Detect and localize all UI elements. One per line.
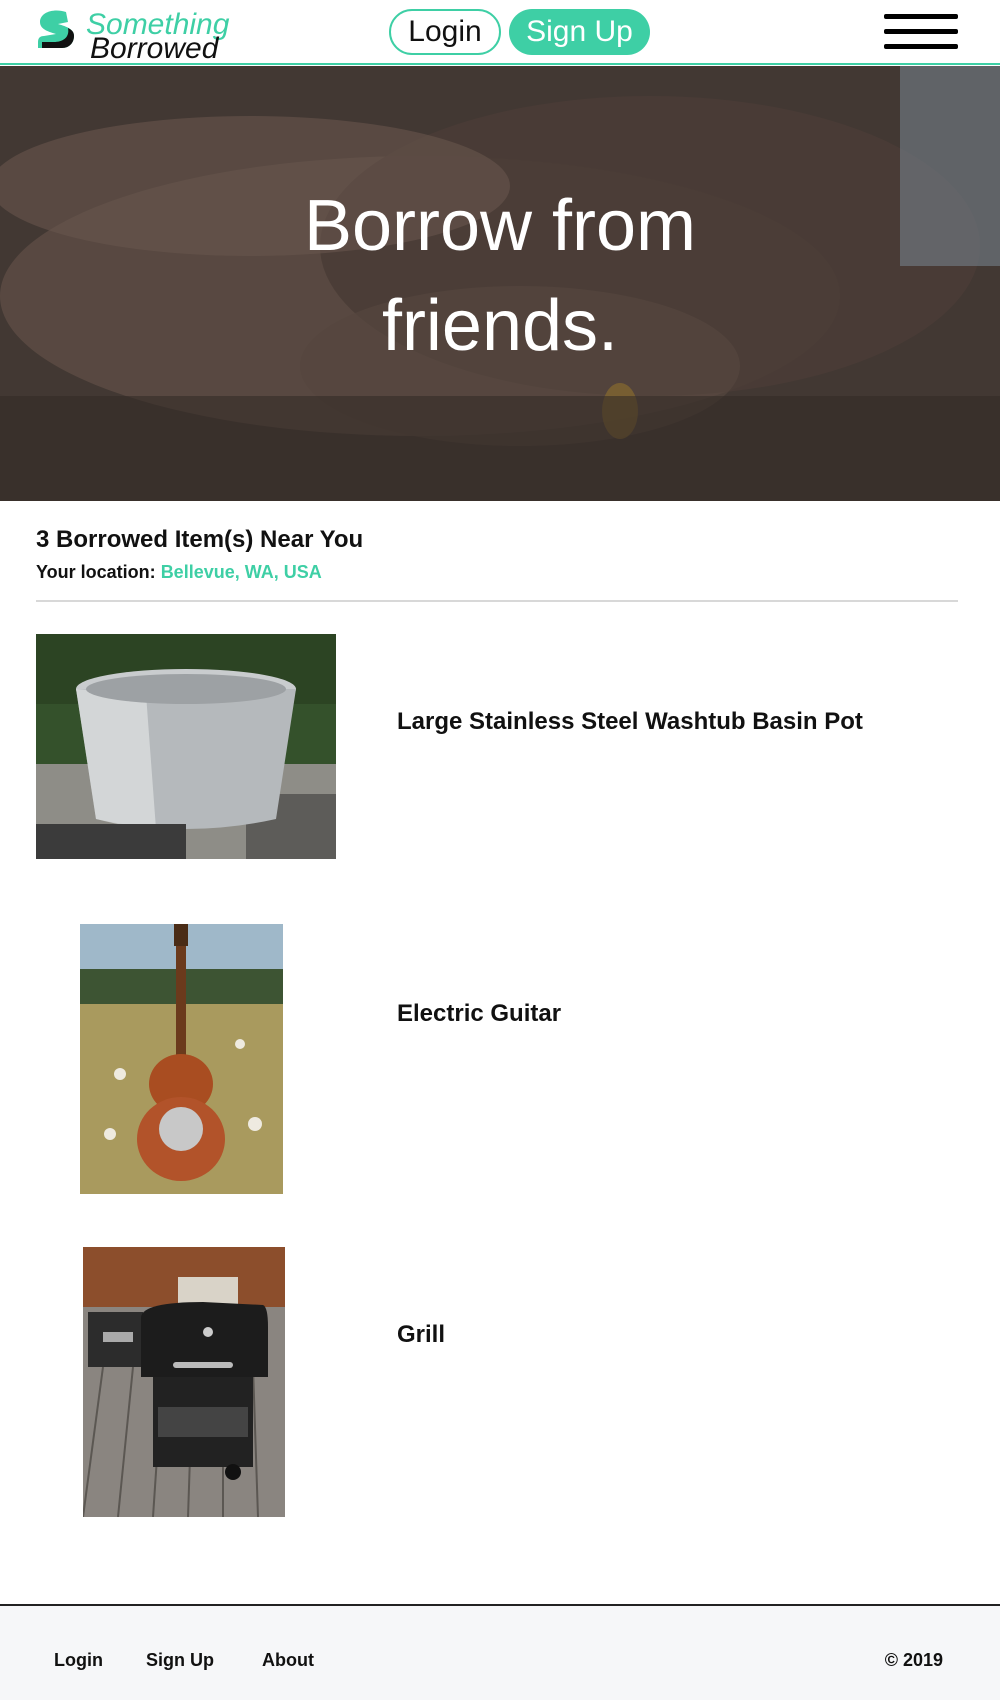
item-title[interactable]: Electric Guitar <box>397 1000 561 1028</box>
item-title[interactable]: Large Stainless Steel Washtub Basin Pot <box>397 708 863 736</box>
hamburger-menu-icon[interactable] <box>884 12 958 54</box>
location-value[interactable]: Bellevue, WA, USA <box>161 562 322 582</box>
logo-s-icon <box>38 10 74 48</box>
hero-title: Borrow from friends. <box>303 186 697 366</box>
copyright: © 2019 <box>884 1650 943 1670</box>
hero-banner: Borrow from friends. <box>0 66 1000 501</box>
logo-text-borrowed: Borrowed <box>90 32 219 65</box>
list-item[interactable]: Electric Guitar <box>0 924 1000 1194</box>
site-footer: Login Sign Up About © 2019 <box>0 1604 1000 1700</box>
grill-photo[interactable] <box>83 1247 285 1517</box>
location-label: Your location: <box>36 562 156 582</box>
list-item[interactable]: Grill <box>0 1247 1000 1517</box>
list-item[interactable]: Large Stainless Steel Washtub Basin Pot <box>0 634 1000 864</box>
site-header: Something Borrowed Login Sign Up <box>0 0 1000 65</box>
location-row: Your location: Bellevue, WA, USA <box>36 562 322 583</box>
washtub-photo[interactable] <box>36 634 336 859</box>
item-title[interactable]: Grill <box>397 1321 445 1349</box>
footer-about-link[interactable]: About <box>262 1650 314 1671</box>
logo[interactable]: Something Borrowed <box>36 8 246 64</box>
results-count: 3 Borrowed Item(s) Near You <box>36 526 364 553</box>
footer-login-link[interactable]: Login <box>54 1650 103 1671</box>
signup-button[interactable]: Sign Up <box>509 9 650 55</box>
guitar-photo[interactable] <box>80 924 283 1194</box>
divider <box>36 600 958 602</box>
footer-signup-link[interactable]: Sign Up <box>146 1650 214 1671</box>
login-button[interactable]: Login <box>389 9 501 55</box>
